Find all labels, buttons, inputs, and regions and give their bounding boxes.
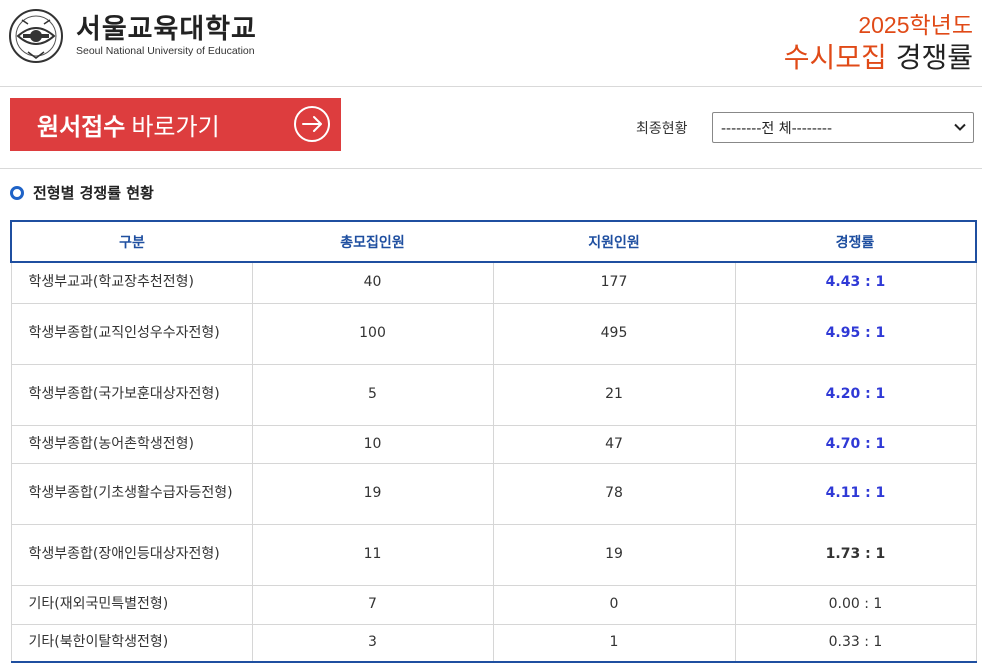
competition-rate-table: 구분 총모집인원 지원인원 경쟁률 학생부교과(학교장추천전형) 40 177 … bbox=[10, 220, 977, 663]
column-header: 구분 bbox=[10, 220, 252, 263]
table-row: 학생부종합(교직인성우수자전형) 100 495 4.95 : 1 bbox=[10, 302, 977, 365]
page-header: 서울교육대학교 Seoul National University of Edu… bbox=[0, 0, 982, 87]
quota-cell: 7 bbox=[251, 584, 494, 625]
logo-english-name: Seoul National University of Education bbox=[76, 44, 255, 57]
applicants-cell: 177 bbox=[492, 261, 736, 304]
title-suffix: 경쟁률 bbox=[895, 41, 973, 74]
admission-type: 학생부종합(농어촌학생전형) bbox=[10, 424, 253, 464]
rate-cell: 4.95 : 1 bbox=[734, 302, 977, 365]
applicants-cell: 19 bbox=[492, 523, 736, 586]
table-row: 학생부종합(장애인등대상자전형) 11 19 1.73 : 1 bbox=[10, 523, 977, 586]
status-filter-select[interactable]: --------전 체-------- bbox=[712, 112, 974, 143]
quota-cell: 100 bbox=[251, 302, 494, 365]
rate-cell: 4.70 : 1 bbox=[734, 424, 977, 464]
applicants-cell: 21 bbox=[492, 363, 736, 426]
quota-cell: 11 bbox=[251, 523, 494, 586]
table-row: 기타(북한이탈학생전형) 3 1 0.33 : 1 bbox=[10, 623, 977, 663]
quota-cell: 3 bbox=[251, 623, 494, 663]
section-heading: 전형별 경쟁률 현황 bbox=[10, 182, 154, 203]
admission-type: 학생부종합(기초생활수급자등전형) bbox=[10, 462, 253, 525]
apply-button-label: 바로가기 bbox=[131, 113, 220, 141]
title-year: 2025학년도 bbox=[858, 12, 973, 38]
rate-cell: 0.33 : 1 bbox=[734, 623, 977, 663]
quota-cell: 19 bbox=[251, 462, 494, 525]
admission-type: 학생부종합(장애인등대상자전형) bbox=[10, 523, 253, 586]
bullet-icon bbox=[10, 185, 24, 200]
page-title: 2025학년도 수시모집 경쟁률 bbox=[784, 10, 973, 76]
admission-type: 기타(재외국민특별전형) bbox=[10, 584, 253, 625]
filter-label: 최종현황 bbox=[636, 121, 688, 137]
rate-cell: 4.20 : 1 bbox=[734, 363, 977, 426]
title-prefix: 수시모집 bbox=[783, 41, 887, 74]
applicants-cell: 78 bbox=[492, 462, 736, 525]
admission-type: 학생부교과(학교장추천전형) bbox=[10, 261, 253, 304]
filter-selected-value: --------전 체-------- bbox=[721, 120, 833, 137]
quota-cell: 5 bbox=[251, 363, 494, 426]
admission-type: 기타(북한이탈학생전형) bbox=[10, 623, 253, 663]
table-header-row: 구분 총모집인원 지원인원 경쟁률 bbox=[10, 220, 977, 263]
quota-cell: 10 bbox=[251, 424, 494, 464]
table-row: 학생부교과(학교장추천전형) 40 177 4.43 : 1 bbox=[10, 261, 977, 304]
apply-shortcut-button[interactable]: 원서접수 바로가기 bbox=[10, 98, 341, 151]
rate-cell: 0.00 : 1 bbox=[734, 584, 977, 625]
university-seal-icon bbox=[9, 9, 63, 63]
table-row: 기타(재외국민특별전형) 7 0 0.00 : 1 bbox=[10, 584, 977, 625]
table-row: 학생부종합(기초생활수급자등전형) 19 78 4.11 : 1 bbox=[10, 462, 977, 525]
column-header: 총모집인원 bbox=[252, 220, 493, 263]
rate-cell: 4.43 : 1 bbox=[734, 261, 977, 304]
applicants-cell: 1 bbox=[492, 623, 736, 663]
applicants-cell: 0 bbox=[492, 584, 736, 625]
section-title: 전형별 경쟁률 현황 bbox=[33, 184, 154, 202]
rate-cell: 4.11 : 1 bbox=[734, 462, 977, 525]
apply-button-strong-label: 원서접수 bbox=[37, 113, 126, 141]
admission-type: 학생부종합(국가보훈대상자전형) bbox=[10, 363, 253, 426]
column-header: 지원인원 bbox=[493, 220, 735, 263]
quota-cell: 40 bbox=[251, 261, 494, 304]
table-row: 학생부종합(국가보훈대상자전형) 5 21 4.20 : 1 bbox=[10, 363, 977, 426]
table-row: 학생부종합(농어촌학생전형) 10 47 4.70 : 1 bbox=[10, 424, 977, 464]
admission-type: 학생부종합(교직인성우수자전형) bbox=[10, 302, 253, 365]
rate-cell: 1.73 : 1 bbox=[734, 523, 977, 586]
chevron-down-icon bbox=[954, 123, 966, 131]
logo-korean-name: 서울교육대학교 bbox=[76, 13, 257, 45]
column-header: 경쟁률 bbox=[735, 220, 977, 263]
arrow-right-circle-icon bbox=[294, 106, 330, 142]
university-logo[interactable]: 서울교육대학교 Seoul National University of Edu… bbox=[8, 8, 257, 64]
applicants-cell: 495 bbox=[492, 302, 736, 365]
applicants-cell: 47 bbox=[492, 424, 736, 464]
